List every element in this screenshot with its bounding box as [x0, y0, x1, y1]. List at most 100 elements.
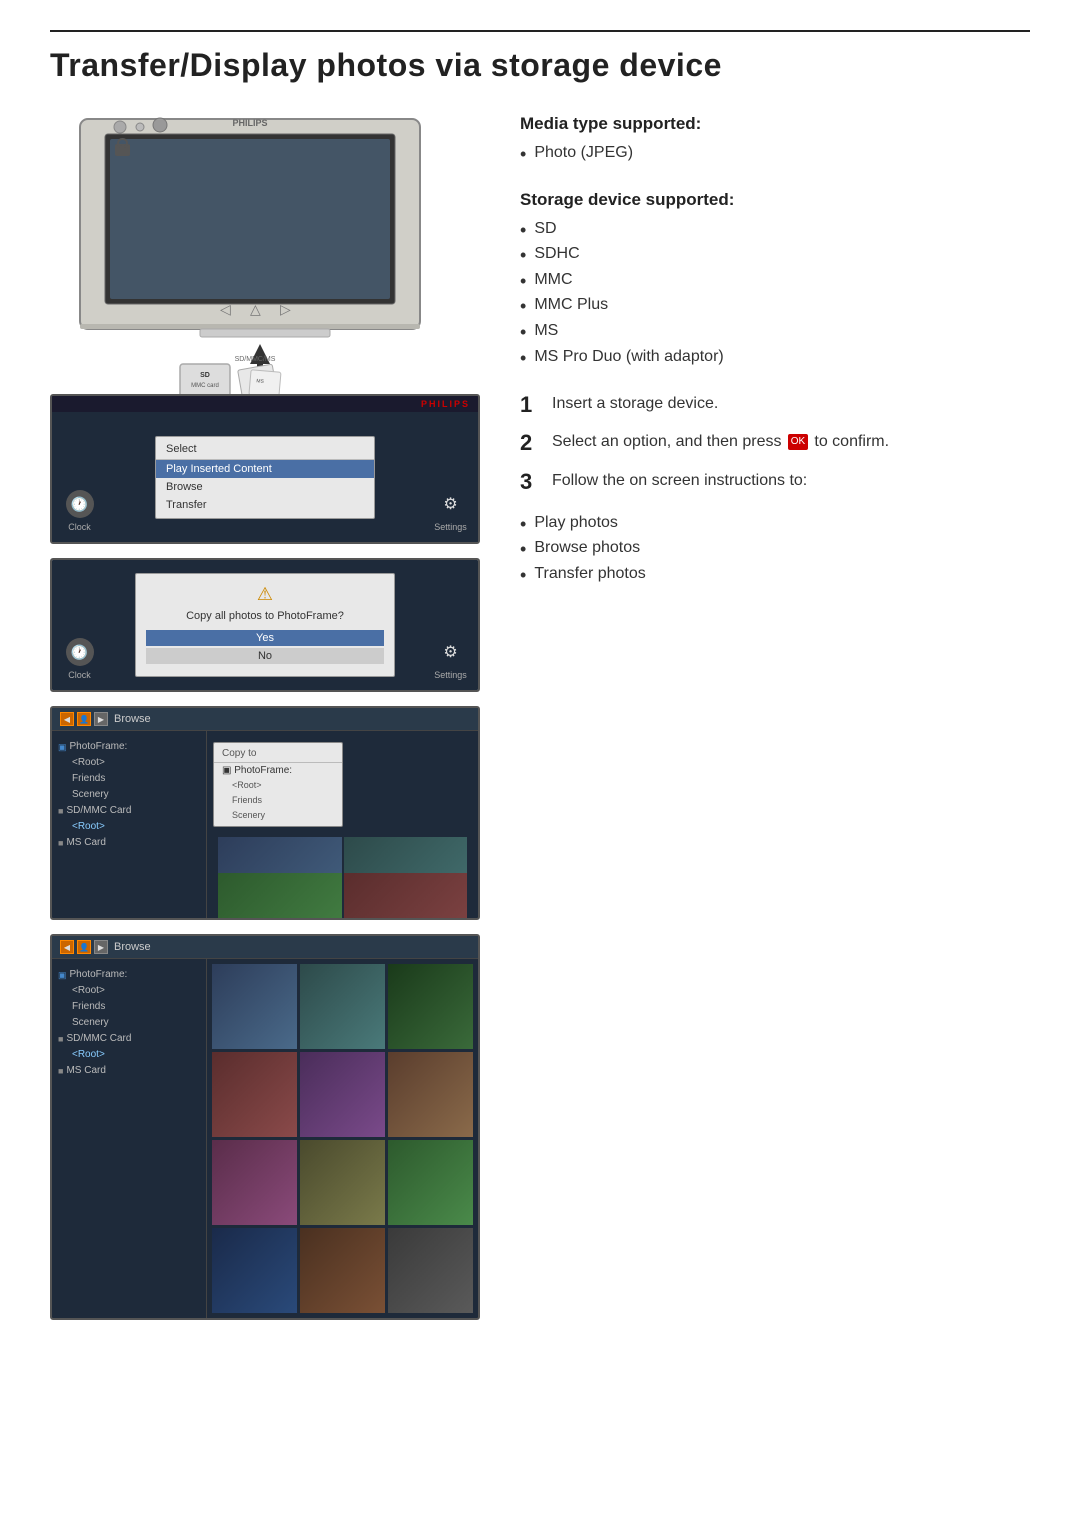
browse-nav-icons: ◀ 👤 ▶ [60, 712, 108, 726]
screen-panel-menu: PHILIPS 🕐 Clock Select Play Inserted Con… [50, 394, 480, 544]
tree-sub-friends-2: Friends [72, 999, 200, 1015]
browse-nav-right[interactable]: ▶ [94, 712, 108, 726]
dialog-text: Copy all photos to PhotoFrame? [146, 610, 384, 622]
page-title: Transfer/Display photos via storage devi… [50, 30, 1030, 84]
copy-root-label: <Root> [232, 780, 262, 790]
settings-gear-icon-2: ⚙ [437, 638, 465, 666]
copy-menu-root: <Root> [214, 778, 342, 793]
steps-list: 1 Insert a storage device. 2 Select an o… [520, 393, 1030, 494]
panel-clock-icon: 🕐 Clock [52, 412, 107, 542]
settings-label: Settings [434, 522, 467, 532]
step-3: 3 Follow the on screen instructions to: [520, 470, 1030, 494]
follow-item-browse: Browse photos [520, 537, 1030, 563]
svg-text:▷: ▷ [280, 301, 291, 317]
browse-header-2: ◀ 👤 ▶ Browse [52, 936, 478, 959]
tree-sd-label: SD/MMC Card [66, 803, 131, 819]
copy-menu-photoframe: ▣ PhotoFrame: [214, 763, 342, 778]
step-text-1: Insert a storage device. [552, 393, 718, 415]
browse-title-2: Browse [114, 941, 151, 953]
thumb-item-1 [212, 964, 297, 1049]
svg-text:MS: MS [256, 378, 265, 385]
tree-ms-label-2: MS Card [66, 1063, 105, 1079]
thumb-item-12 [388, 1228, 473, 1313]
browse-content-1: ▣ PhotoFrame: <Root> Friends Scenery ■ S… [52, 731, 478, 918]
menu-item-play[interactable]: Play Inserted Content [156, 460, 374, 478]
panel-content-dialog: 🕐 Clock ⚠ Copy all photos to PhotoFrame?… [52, 560, 478, 690]
side-thumbs [213, 832, 472, 912]
tree-sd-label-2: SD/MMC Card [66, 1031, 131, 1047]
right-column: Media type supported: Photo (JPEG) Stora… [520, 109, 1030, 1334]
tree-ms-label: MS Card [66, 835, 105, 851]
tree-ms-icon-2: ■ [58, 1064, 63, 1078]
thumb-item-11 [300, 1228, 385, 1313]
media-heading: Media type supported: [520, 114, 1030, 134]
ok-button-icon: OK [788, 434, 808, 450]
thumb-item-3 [388, 964, 473, 1049]
dialog-yes-btn[interactable]: Yes [146, 630, 384, 646]
browse-nav-left[interactable]: ◀ [60, 712, 74, 726]
tree-root-selected-2: <Root> [72, 1047, 200, 1063]
browse-nav-right-2[interactable]: ▶ [94, 940, 108, 954]
tree-pf-label-2: PhotoFrame: [70, 967, 128, 983]
tree-folder-icon-2: ▣ [58, 968, 67, 982]
svg-text:PHILIPS: PHILIPS [232, 118, 267, 128]
screen-panel-dialog: 🕐 Clock ⚠ Copy all photos to PhotoFrame?… [50, 558, 480, 692]
tree-folder-icon: ▣ [58, 740, 67, 754]
copy-dialog: ⚠ Copy all photos to PhotoFrame? Yes No [135, 573, 395, 677]
dialog-no-btn[interactable]: No [146, 648, 384, 664]
copy-to-menu: Copy to ▣ PhotoFrame: <Root> Friends Sce… [213, 742, 343, 827]
tree-label: PhotoFrame: [70, 739, 128, 755]
storage-item-msproduo: MS Pro Duo (with adaptor) [520, 346, 1030, 372]
copy-menu-scenery: Scenery [214, 808, 342, 823]
storage-heading: Storage device supported: [520, 190, 1030, 210]
browse-nav-person[interactable]: 👤 [77, 712, 91, 726]
clock-label-2: Clock [68, 670, 91, 680]
tree-item-ms: ■ MS Card [58, 835, 200, 851]
step-text-3: Follow the on screen instructions to: [552, 470, 807, 492]
thumb-item-2 [300, 964, 385, 1049]
svg-text:MMC card: MMC card [191, 383, 219, 389]
storage-item-ms: MS [520, 320, 1030, 346]
tree-sd-2: ■ SD/MMC Card [58, 1031, 200, 1047]
thumb-item-9 [388, 1140, 473, 1225]
thumb-item-7 [212, 1140, 297, 1225]
device-illustration: PHILIPS ◁ △ ▷ SD MMC card MS [50, 109, 480, 394]
philips-logo: PHILIPS [52, 396, 478, 412]
browse-title-1: Browse [114, 713, 151, 725]
copy-pf-icon: ▣ [222, 765, 231, 776]
tree-indent-2: <Root> Friends Scenery [72, 983, 200, 1031]
left-column: PHILIPS ◁ △ ▷ SD MMC card MS [50, 109, 480, 1334]
copy-friends-label: Friends [232, 795, 262, 805]
tree-sub-scenery-2: Scenery [72, 1015, 200, 1031]
tree-sd-indent: <Root> [72, 819, 200, 835]
menu-item-transfer[interactable]: Transfer [156, 496, 374, 514]
browse-header-1: ◀ 👤 ▶ Browse [52, 708, 478, 731]
select-menu: Select Play Inserted Content Browse Tran… [155, 436, 375, 519]
tree-root-selected: <Root> [72, 819, 200, 835]
thumb-item-8 [300, 1140, 385, 1225]
step-1: 1 Insert a storage device. [520, 393, 1030, 417]
svg-text:◁: ◁ [220, 301, 231, 317]
browse-nav-left-2[interactable]: ◀ [60, 940, 74, 954]
storage-item-mmcplus: MMC Plus [520, 294, 1030, 320]
browse-nav-person-2[interactable]: 👤 [77, 940, 91, 954]
tree-sub-item: <Root> [72, 755, 200, 771]
copy-menu-friends: Friends [214, 793, 342, 808]
thumb-item [344, 873, 468, 920]
menu-item-browse[interactable]: Browse [156, 478, 374, 496]
tree-item-sd: ■ SD/MMC Card [58, 803, 200, 819]
svg-text:△: △ [250, 301, 261, 317]
tree-ms-2: ■ MS Card [58, 1063, 200, 1079]
clock-label: Clock [68, 522, 91, 532]
tree-sd-icon: ■ [58, 804, 63, 818]
settings-gear-icon: ⚙ [437, 490, 465, 518]
step-2: 2 Select an option, and then press OK to… [520, 431, 1030, 455]
tree-sub-item: Scenery [72, 787, 200, 803]
copy-scenery-label: Scenery [232, 810, 265, 820]
browse-nav-icons-2: ◀ 👤 ▶ [60, 940, 108, 954]
step-num-3: 3 [520, 470, 540, 494]
browse-panel-thumbs: ◀ 👤 ▶ Browse ▣ PhotoFrame: <Root> Friend… [50, 934, 480, 1320]
browse-tree-1: ▣ PhotoFrame: <Root> Friends Scenery ■ S… [52, 731, 207, 918]
storage-item-mmc: MMC [520, 269, 1030, 295]
tree-item-pf: ▣ PhotoFrame: [58, 967, 200, 983]
